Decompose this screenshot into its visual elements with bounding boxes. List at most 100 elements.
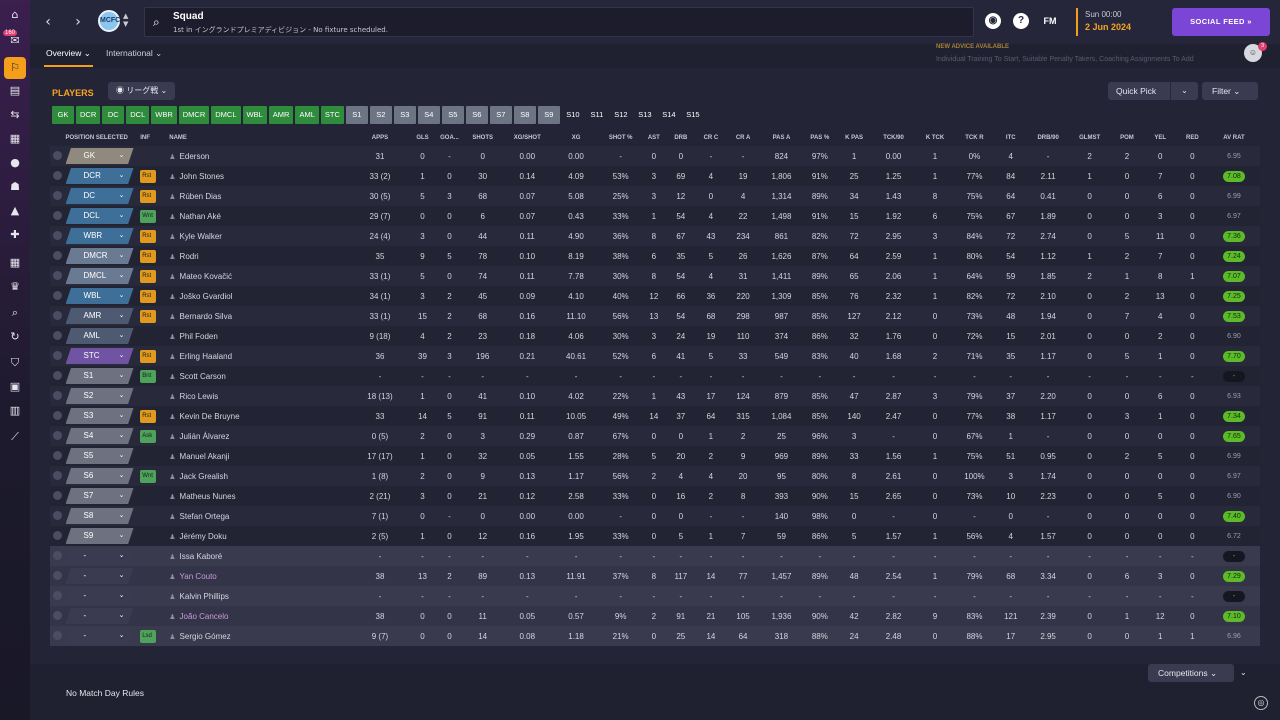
column-header[interactable]: APPS bbox=[351, 130, 409, 146]
position-selector[interactable]: - ⌄ bbox=[65, 568, 134, 584]
column-header[interactable]: K PAS bbox=[836, 130, 871, 146]
position-cell[interactable]: S9 ⌄ bbox=[64, 526, 140, 546]
table-row[interactable]: STC ⌄ Rst ♟ Erling Haaland 36 39 3 196 0.21 40.61 5… bbox=[50, 346, 1260, 366]
table-row[interactable]: WBR ⌄ Rst ♟ Kyle Walker 24 (4) 3 0 44 0.11 4.90 36%… bbox=[50, 226, 1260, 246]
transfers-icon[interactable]: ▦ bbox=[8, 132, 22, 146]
position-chip[interactable]: S10 bbox=[562, 106, 584, 124]
player-name[interactable]: Rico Lewis bbox=[180, 392, 219, 401]
position-cell[interactable]: GK ⌄ bbox=[64, 146, 140, 166]
row-select-cell[interactable] bbox=[50, 326, 65, 346]
position-selector[interactable]: S1 ⌄ bbox=[65, 368, 134, 384]
row-select-cell[interactable] bbox=[50, 566, 65, 586]
player-name-cell[interactable]: ♟ Joško Gvardiol bbox=[168, 286, 351, 306]
inbox-icon[interactable]: ✉ bbox=[8, 34, 22, 48]
player-name[interactable]: Bernardo Silva bbox=[180, 312, 232, 321]
position-cell[interactable]: DCL ⌄ bbox=[64, 206, 140, 226]
position-selector[interactable]: DMCR ⌄ bbox=[65, 248, 134, 264]
schedule-icon[interactable]: ▦ bbox=[8, 256, 22, 270]
table-row[interactable]: DMCR ⌄ Rst ♟ Rodri 35 9 5 78 0.10 8.19 38% 6 35 5 26 1,6… bbox=[50, 246, 1260, 266]
position-selector[interactable]: S5 ⌄ bbox=[65, 448, 134, 464]
column-header[interactable]: PAS % bbox=[803, 130, 836, 146]
position-chip[interactable]: S6 bbox=[465, 106, 488, 124]
back-button[interactable]: ‹ bbox=[38, 10, 58, 34]
table-row[interactable]: S2 ⌄ ♟ Rico Lewis 18 (13) 1 0 41 0.10 4.02 22% 1 43 1… bbox=[50, 386, 1260, 406]
position-selector[interactable]: S6 ⌄ bbox=[65, 468, 134, 484]
position-selector[interactable]: - ⌄ bbox=[65, 588, 134, 604]
status-badge[interactable]: Lsd bbox=[140, 629, 157, 643]
position-cell[interactable]: DMCR ⌄ bbox=[64, 246, 140, 266]
table-row[interactable]: DC ⌄ Rst ♟ Rúben Dias 30 (5) 5 3 68 0.07 5.08 25% 3 1… bbox=[50, 186, 1260, 206]
position-chip[interactable]: DCL bbox=[126, 106, 150, 124]
advice-title[interactable]: NEW ADVICE AVAILABLE bbox=[936, 44, 1009, 50]
medical-icon[interactable]: ▲ bbox=[8, 204, 22, 218]
column-header[interactable]: GOA... bbox=[436, 130, 463, 146]
player-name[interactable]: Rúben Dias bbox=[180, 192, 222, 201]
table-row[interactable]: - ⌄ Lsd ♟ Sergio Gómez 9 (7) 0 0 14 0.08 1.18 21% 0 2… bbox=[50, 626, 1260, 646]
club-switch-chevrons-icon[interactable]: ▲ ▼ bbox=[123, 12, 128, 28]
player-name[interactable]: John Stones bbox=[180, 172, 224, 181]
player-name[interactable]: Scott Carson bbox=[180, 372, 226, 381]
row-select-cell[interactable] bbox=[50, 286, 65, 306]
column-header[interactable]: YEL bbox=[1144, 130, 1177, 146]
position-chip[interactable]: S2 bbox=[369, 106, 392, 124]
column-header[interactable]: INF bbox=[139, 130, 168, 146]
column-header[interactable]: K TCK bbox=[915, 130, 954, 146]
row-select-cell[interactable] bbox=[50, 206, 65, 226]
column-header[interactable]: GLMST bbox=[1069, 130, 1111, 146]
position-chip[interactable]: S7 bbox=[489, 106, 512, 124]
status-badge[interactable]: Rst bbox=[140, 349, 157, 363]
position-cell[interactable]: S2 ⌄ bbox=[64, 386, 140, 406]
player-name[interactable]: Kyle Walker bbox=[180, 232, 222, 241]
row-select-checkbox[interactable] bbox=[52, 450, 62, 460]
player-name[interactable]: Issa Kaboré bbox=[180, 552, 223, 561]
staff-icon[interactable]: ▥ bbox=[8, 404, 22, 418]
player-name-cell[interactable]: ♟ Rúben Dias bbox=[168, 186, 351, 206]
position-selector[interactable]: DC ⌄ bbox=[65, 188, 134, 204]
position-chip[interactable]: STC bbox=[320, 106, 344, 124]
competitions-icon[interactable]: ♛ bbox=[8, 280, 22, 294]
column-header[interactable]: AST bbox=[641, 130, 666, 146]
position-cell[interactable]: DCR ⌄ bbox=[64, 166, 140, 186]
transfer-swap-icon[interactable]: ↻ bbox=[8, 330, 22, 344]
column-header[interactable]: NAME bbox=[168, 130, 351, 146]
row-select-cell[interactable] bbox=[50, 406, 65, 426]
status-badge[interactable]: Rst bbox=[140, 309, 157, 323]
row-select-cell[interactable] bbox=[50, 386, 65, 406]
column-header[interactable]: POM bbox=[1110, 130, 1143, 146]
row-select-cell[interactable] bbox=[50, 626, 65, 646]
position-chip[interactable]: AML bbox=[295, 106, 319, 124]
position-selector[interactable]: GK ⌄ bbox=[65, 148, 134, 164]
player-name-cell[interactable]: ♟ Issa Kaboré bbox=[168, 546, 351, 566]
position-chip[interactable]: S14 bbox=[658, 106, 680, 124]
status-badge[interactable]: Wnt bbox=[140, 209, 157, 223]
table-row[interactable]: - ⌄ ♟ Yan Couto 38 13 2 89 0.13 11.91 37% 8 117 14 77 1… bbox=[50, 566, 1260, 586]
player-name[interactable]: Ederson bbox=[180, 152, 210, 161]
position-selector[interactable]: WBL ⌄ bbox=[65, 288, 134, 304]
row-select-cell[interactable] bbox=[50, 446, 65, 466]
row-select-cell[interactable] bbox=[50, 226, 65, 246]
player-name[interactable]: Rodri bbox=[180, 252, 199, 261]
player-name[interactable]: Stefan Ortega bbox=[180, 512, 230, 521]
row-select-checkbox[interactable] bbox=[52, 310, 62, 320]
position-selector[interactable]: AMR ⌄ bbox=[65, 308, 134, 324]
status-badge[interactable]: Rst bbox=[140, 169, 157, 183]
row-select-checkbox[interactable] bbox=[52, 610, 62, 620]
position-chip[interactable]: DMCL bbox=[211, 106, 241, 124]
table-row[interactable]: WBL ⌄ Rst ♟ Joško Gvardiol 34 (1) 3 2 45 0.09 4.10… bbox=[50, 286, 1260, 306]
row-select-checkbox[interactable] bbox=[52, 630, 62, 640]
position-selector[interactable]: DCR ⌄ bbox=[65, 168, 134, 184]
player-name[interactable]: Kevin De Bruyne bbox=[180, 412, 240, 421]
table-row[interactable]: S4 ⌄ Ask ♟ Julián Álvarez 0 (5) 2 0 3 0.29 0.87 67%… bbox=[50, 426, 1260, 446]
dynamics-icon[interactable]: ⇆ bbox=[8, 108, 22, 122]
position-chip[interactable]: WBR bbox=[151, 106, 177, 124]
position-cell[interactable]: AML ⌄ bbox=[64, 326, 140, 346]
table-row[interactable]: DCR ⌄ Rst ♟ John Stones 33 (2) 1 0 30 0.14 4.09 53%… bbox=[50, 166, 1260, 186]
row-select-cell[interactable] bbox=[50, 306, 65, 326]
row-select-checkbox[interactable] bbox=[52, 210, 62, 220]
position-selector[interactable]: DMCL ⌄ bbox=[65, 268, 134, 284]
table-row[interactable]: - ⌄ ♟ Issa Kaboré - - - - - - - - - - - - - - - - - - - - - - - - bbox=[50, 546, 1260, 566]
training-icon[interactable]: ✚ bbox=[8, 228, 22, 242]
row-select-checkbox[interactable] bbox=[52, 250, 62, 260]
column-header[interactable]: DRB bbox=[666, 130, 695, 146]
table-row[interactable]: GK ⌄ ♟ Ederson 31 0-0 0.00 0.00-0 0- -824 97% 1 0.00… bbox=[50, 146, 1260, 166]
